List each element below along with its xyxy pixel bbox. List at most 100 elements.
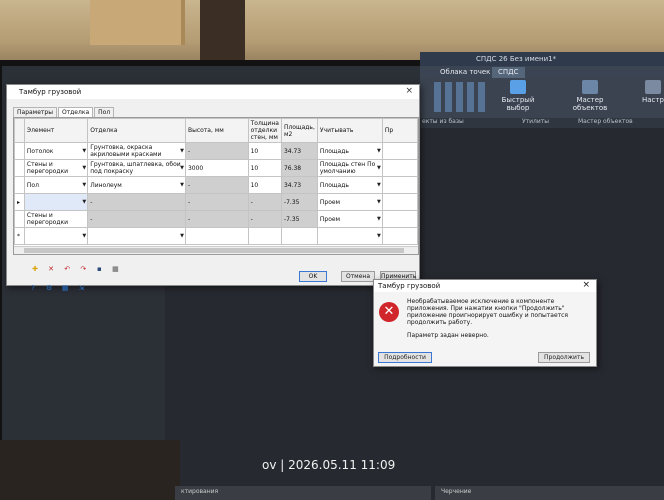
table-row[interactable]: Стены и перегородки ▼ Грунтовка, шпатлевк… — [14, 159, 419, 177]
dialog-title-bar: Тамбур грузовой × — [7, 85, 419, 99]
tab-floor[interactable]: Пол — [94, 107, 115, 117]
cell-area: 34.73 — [280, 176, 318, 194]
cell-height[interactable]: - — [184, 176, 249, 194]
settings-button[interactable]: Настро — [642, 80, 664, 104]
tool-icons-group[interactable] — [434, 82, 488, 112]
cancel-button[interactable]: Отмена — [341, 271, 375, 282]
tab-parameters[interactable]: Параметры — [13, 107, 57, 117]
table-row[interactable]: ▸ ▼ - - - -7.35 Проем ▼ — [14, 193, 419, 211]
cell-finish[interactable]: Грунтовка, окраска акриловыми красками ▼ — [87, 142, 186, 160]
cell-finish[interactable]: - — [87, 193, 186, 211]
cell-finish[interactable]: Линолеум ▼ — [87, 176, 186, 194]
chevron-down-icon[interactable]: ▼ — [82, 148, 86, 154]
table-row[interactable]: Потолок ▼ Грунтовка, окраска акриловыми к… — [14, 142, 419, 160]
delete-icon[interactable]: ✕ — [47, 265, 55, 273]
cell-element[interactable]: Пол ▼ — [23, 176, 89, 194]
cell-height[interactable] — [184, 227, 249, 245]
close-icon[interactable]: × — [405, 86, 413, 96]
error-title: Тамбур грузовой — [378, 282, 441, 290]
table-header: Элемент Отделка Высота, мм Толщина отдел… — [14, 118, 419, 143]
cell-height[interactable]: - — [184, 193, 249, 211]
cell-element[interactable]: ▼ — [23, 193, 89, 211]
taskbar-item-drafting[interactable]: Черчение — [435, 486, 664, 500]
chevron-down-icon[interactable]: ▼ — [180, 165, 184, 171]
cell-finish[interactable]: Грунтовка, шпатлевка, обои под покраску ▼ — [87, 159, 186, 177]
settings-icon[interactable]: ⚙ — [45, 284, 53, 292]
chevron-down-icon[interactable]: ▼ — [377, 233, 381, 239]
chevron-down-icon[interactable]: ▼ — [377, 165, 381, 171]
chevron-down-icon[interactable]: ▼ — [82, 182, 86, 188]
chevron-down-icon[interactable]: ▼ — [180, 182, 184, 188]
cell-count[interactable]: Площадь стен По умолчанию ▼ — [316, 159, 383, 177]
cell-element[interactable]: Стены и перегородки — [23, 210, 89, 228]
cell-count[interactable]: ▼ — [316, 227, 383, 245]
table-row[interactable]: * ▼ ▼ ▼ — [14, 227, 419, 245]
chevron-down-icon[interactable]: ▼ — [377, 182, 381, 188]
cell-area: 76.38 — [280, 159, 318, 177]
chevron-down-icon[interactable]: ▼ — [82, 199, 86, 205]
cell-count[interactable]: Площадь ▼ — [316, 142, 383, 160]
cell-element[interactable]: ▼ — [23, 227, 89, 245]
settings-label: Настро — [642, 96, 664, 104]
cell-height[interactable]: 3000 — [184, 159, 249, 177]
object-master-button[interactable]: Мастер объектов — [570, 80, 610, 112]
taskbar-item-modeling[interactable]: ктирования — [175, 486, 431, 500]
chevron-down-icon[interactable]: ▼ — [377, 199, 381, 205]
chevron-down-icon[interactable]: ▼ — [180, 233, 184, 239]
table-row[interactable]: Пол ▼ Линолеум ▼ - 10 34.73 Площадь ▼ — [14, 176, 419, 194]
ok-button[interactable]: OK — [299, 271, 327, 282]
object-master-icon — [582, 80, 598, 94]
undo-icon[interactable]: ↶ — [63, 265, 71, 273]
chevron-down-icon[interactable]: ▼ — [377, 216, 381, 222]
finishing-table: Элемент Отделка Высота, мм Толщина отдел… — [13, 117, 419, 255]
table-toolbar: ✚ ✕ ↶ ↷ ▪ ▦ — [31, 256, 122, 273]
grid-icon[interactable]: ▦ — [61, 284, 69, 292]
table-row[interactable]: Стены и перегородки - - - -7.35 Проем ▼ — [14, 210, 419, 228]
cell-thickness[interactable] — [247, 227, 282, 245]
table-icon[interactable]: ▦ — [111, 265, 119, 273]
cell-finish[interactable]: ▼ — [87, 227, 186, 245]
horizontal-scrollbar[interactable] — [14, 246, 418, 254]
error-title-bar: Тамбур грузовой × — [374, 280, 596, 292]
scrollbar-thumb[interactable] — [24, 248, 404, 253]
photo-timestamp: ov | 2026.05.11 11:09 — [262, 458, 396, 472]
cell-area — [280, 227, 318, 245]
col-finish: Отделка — [87, 118, 186, 143]
error-icon: ✕ — [379, 302, 399, 322]
help-icon[interactable]: ? — [29, 284, 37, 292]
cell-height[interactable]: - — [184, 210, 249, 228]
desk-area — [0, 440, 180, 500]
cell-element[interactable]: Потолок ▼ — [23, 142, 89, 160]
row-pointer-icon: ▸ — [14, 193, 25, 211]
quick-select-button[interactable]: Быстрый выбор — [500, 80, 536, 112]
cell-count[interactable]: Проем ▼ — [316, 210, 383, 228]
tab-finishing[interactable]: Отделка — [57, 107, 94, 117]
cell-element[interactable]: Стены и перегородки ▼ — [23, 159, 89, 177]
chevron-down-icon[interactable]: ▼ — [180, 148, 184, 154]
cell-count[interactable]: Проем ▼ — [316, 193, 383, 211]
save-icon[interactable]: ▪ — [95, 265, 103, 273]
tab-point-clouds[interactable]: Облака точек — [434, 67, 496, 78]
close-icon[interactable]: × — [582, 280, 590, 290]
cell-thickness[interactable]: 10 — [247, 159, 282, 177]
cell-area: -7.35 — [280, 193, 318, 211]
cell-thickness[interactable]: - — [247, 210, 282, 228]
background-door — [90, 0, 185, 45]
cell-height[interactable]: - — [184, 142, 249, 160]
cell-thickness[interactable]: - — [247, 193, 282, 211]
ribbon-group-labels: екты из базы Утилиты Мастер объектов — [420, 118, 664, 128]
tab-spds[interactable]: СПДС — [492, 67, 525, 78]
cell-thickness[interactable]: 10 — [247, 142, 282, 160]
export-icon[interactable]: ⇲ — [77, 284, 85, 292]
chevron-down-icon[interactable]: ▼ — [82, 165, 86, 171]
chevron-down-icon[interactable]: ▼ — [377, 148, 381, 154]
add-row-icon[interactable]: ✚ — [31, 265, 39, 273]
details-button[interactable]: Подробности — [378, 352, 432, 363]
cell-finish[interactable]: - — [87, 210, 186, 228]
cell-count[interactable]: Площадь ▼ — [316, 176, 383, 194]
continue-button[interactable]: Продолжить — [538, 352, 590, 363]
settings-icon — [645, 80, 661, 94]
cell-thickness[interactable]: 10 — [247, 176, 282, 194]
chevron-down-icon[interactable]: ▼ — [82, 233, 86, 239]
redo-icon[interactable]: ↷ — [79, 265, 87, 273]
